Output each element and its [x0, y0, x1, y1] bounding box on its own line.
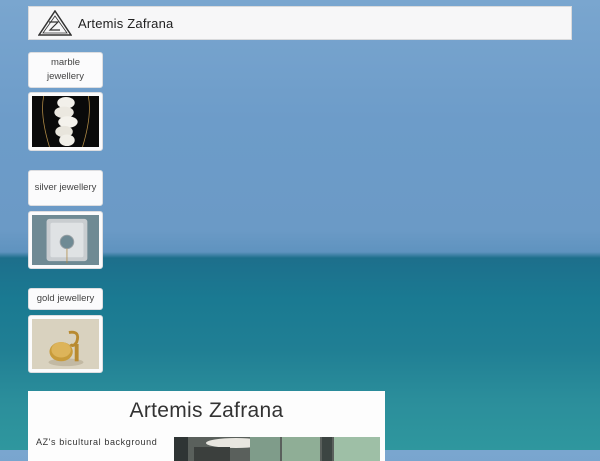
triangle-monogram-icon[interactable]: [37, 9, 73, 36]
category-thumb-marble[interactable]: [28, 92, 103, 151]
category-link-gold[interactable]: gold jewellery: [28, 288, 103, 310]
intro-photo: [174, 437, 380, 461]
category-thumb-silver[interactable]: [28, 211, 103, 269]
silver-ring-image: [32, 215, 99, 265]
category-link-marble[interactable]: marble jewellery: [28, 52, 103, 88]
gold-ring-image: [32, 319, 99, 369]
marble-pendant-image: [32, 96, 99, 147]
site-title[interactable]: Artemis Zafrana: [78, 16, 173, 31]
intro-text: AZ's bicultural background: [36, 437, 158, 447]
site-header: Artemis Zafrana: [28, 6, 572, 40]
category-thumb-gold[interactable]: [28, 315, 103, 373]
category-link-silver[interactable]: silver jewellery: [28, 170, 103, 206]
intro-card: Artemis Zafrana AZ's bicultural backgrou…: [28, 391, 385, 461]
intro-title: Artemis Zafrana: [129, 399, 284, 422]
